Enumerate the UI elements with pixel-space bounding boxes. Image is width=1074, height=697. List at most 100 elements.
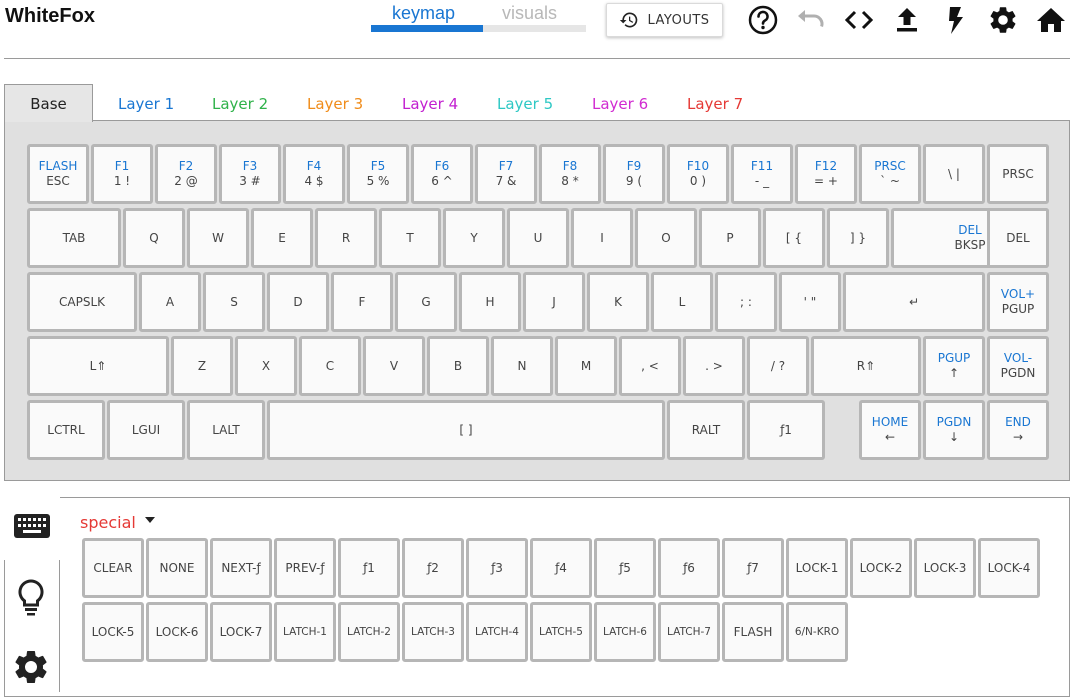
layer-tab-layer-3[interactable]: Layer 3 (307, 95, 363, 113)
key[interactable]: Y (443, 208, 505, 268)
key[interactable]: RALT (667, 400, 745, 460)
key[interactable]: VOL+ PGUP (987, 272, 1049, 332)
key[interactable]: O (635, 208, 697, 268)
selector-key[interactable]: ƒ2 (402, 538, 464, 598)
selector-key[interactable]: CLEAR (82, 538, 144, 598)
key[interactable]: TAB (27, 208, 121, 268)
key[interactable]: F1 1 ! (91, 144, 153, 204)
key[interactable]: U (507, 208, 569, 268)
undo-icon[interactable] (795, 4, 827, 36)
layer-tab-layer-1[interactable]: Layer 1 (118, 95, 174, 113)
key[interactable]: F3 3 # (219, 144, 281, 204)
key[interactable]: R (315, 208, 377, 268)
key[interactable]: F2 2 @ (155, 144, 217, 204)
key[interactable]: PRSC ` ~ (859, 144, 921, 204)
key[interactable]: M (555, 336, 617, 396)
key[interactable]: J (523, 272, 585, 332)
key[interactable]: HOME ← (859, 400, 921, 460)
tab-visuals[interactable]: visuals (502, 3, 557, 24)
key[interactable]: F11- _ (731, 144, 793, 204)
key[interactable]: , < (619, 336, 681, 396)
key[interactable]: P (699, 208, 761, 268)
selector-key[interactable]: LOCK-7 (210, 602, 272, 662)
selector-key[interactable]: LATCH-4 (466, 602, 528, 662)
selector-key[interactable]: LATCH-7 (658, 602, 720, 662)
key[interactable]: F6 6 ^ (411, 144, 473, 204)
key[interactable]: CAPSLK (27, 272, 137, 332)
key[interactable]: ' " (779, 272, 841, 332)
key[interactable]: ƒ1 (747, 400, 825, 460)
layer-tab-layer-4[interactable]: Layer 4 (402, 95, 458, 113)
selector-key[interactable]: LATCH-2 (338, 602, 400, 662)
key[interactable]: ; : (715, 272, 777, 332)
key[interactable]: T (379, 208, 441, 268)
home-icon[interactable] (1035, 4, 1067, 36)
key[interactable]: V (363, 336, 425, 396)
selector-key[interactable]: LOCK-5 (82, 602, 144, 662)
selector-key[interactable]: NEXT-ƒ (210, 538, 272, 598)
lightbulb-icon[interactable] (17, 578, 45, 618)
selector-key[interactable]: FLASH (722, 602, 784, 662)
key[interactable]: [ { (763, 208, 825, 268)
selector-key[interactable]: 6/N-KRO (786, 602, 848, 662)
key[interactable]: L (651, 272, 713, 332)
tab-keymap[interactable]: keymap (392, 3, 455, 24)
key[interactable]: END → (987, 400, 1049, 460)
key[interactable]: D (267, 272, 329, 332)
selector-key[interactable]: LATCH-6 (594, 602, 656, 662)
key[interactable]: F9 9 ( (603, 144, 665, 204)
selector-key[interactable]: LATCH-5 (530, 602, 592, 662)
key[interactable]: F4 4 $ (283, 144, 345, 204)
key[interactable]: LCTRL (27, 400, 105, 460)
key[interactable]: . > (683, 336, 745, 396)
dropdown-caret-icon[interactable] (145, 517, 155, 523)
key[interactable]: B (427, 336, 489, 396)
key[interactable]: / ? (747, 336, 809, 396)
upload-icon[interactable] (891, 4, 923, 36)
key[interactable]: W (187, 208, 249, 268)
layer-tab-layer-2[interactable]: Layer 2 (212, 95, 268, 113)
selector-key[interactable]: NONE (146, 538, 208, 598)
key[interactable]: FLASH ESC (27, 144, 89, 204)
key[interactable]: PGUP ↑ (923, 336, 985, 396)
key[interactable]: N (491, 336, 553, 396)
key[interactable]: L⇑ (27, 336, 169, 396)
selector-key[interactable]: PREV-ƒ (274, 538, 336, 598)
key[interactable]: ↵ (843, 272, 985, 332)
flash-icon[interactable] (939, 4, 971, 36)
selector-key[interactable]: LOCK-6 (146, 602, 208, 662)
selector-key[interactable]: LOCK-3 (914, 538, 976, 598)
key[interactable]: F7 7 & (475, 144, 537, 204)
help-icon[interactable] (747, 4, 779, 36)
selector-key[interactable]: LOCK-4 (978, 538, 1040, 598)
selector-key[interactable]: LOCK-2 (850, 538, 912, 598)
key[interactable]: F5 5 % (347, 144, 409, 204)
key[interactable]: ] } (827, 208, 889, 268)
key[interactable]: C (299, 336, 361, 396)
key[interactable]: I (571, 208, 633, 268)
key[interactable]: A (139, 272, 201, 332)
key[interactable]: Q (123, 208, 185, 268)
key[interactable]: \ | (923, 144, 985, 204)
key[interactable]: F12 = + (795, 144, 857, 204)
key-category-dropdown[interactable]: special (80, 513, 136, 532)
key[interactable]: R⇑ (811, 336, 921, 396)
selector-key[interactable]: ƒ1 (338, 538, 400, 598)
key[interactable]: PGDN ↓ (923, 400, 985, 460)
key[interactable]: X (235, 336, 297, 396)
layer-tab-base[interactable]: Base (4, 84, 93, 122)
key[interactable]: DEL (987, 208, 1049, 268)
key[interactable]: S (203, 272, 265, 332)
selector-key[interactable]: ƒ6 (658, 538, 720, 598)
layer-tab-layer-5[interactable]: Layer 5 (497, 95, 553, 113)
settings-icon[interactable] (987, 4, 1019, 36)
selector-key[interactable]: ƒ3 (466, 538, 528, 598)
layouts-button[interactable]: LAYOUTS (606, 3, 723, 37)
key[interactable]: VOL- PGDN (987, 336, 1049, 396)
selector-key[interactable]: ƒ4 (530, 538, 592, 598)
key[interactable]: LGUI (107, 400, 185, 460)
layer-tab-layer-7[interactable]: Layer 7 (687, 95, 743, 113)
selector-key[interactable]: LATCH-3 (402, 602, 464, 662)
key[interactable]: Z (171, 336, 233, 396)
key[interactable]: G (395, 272, 457, 332)
